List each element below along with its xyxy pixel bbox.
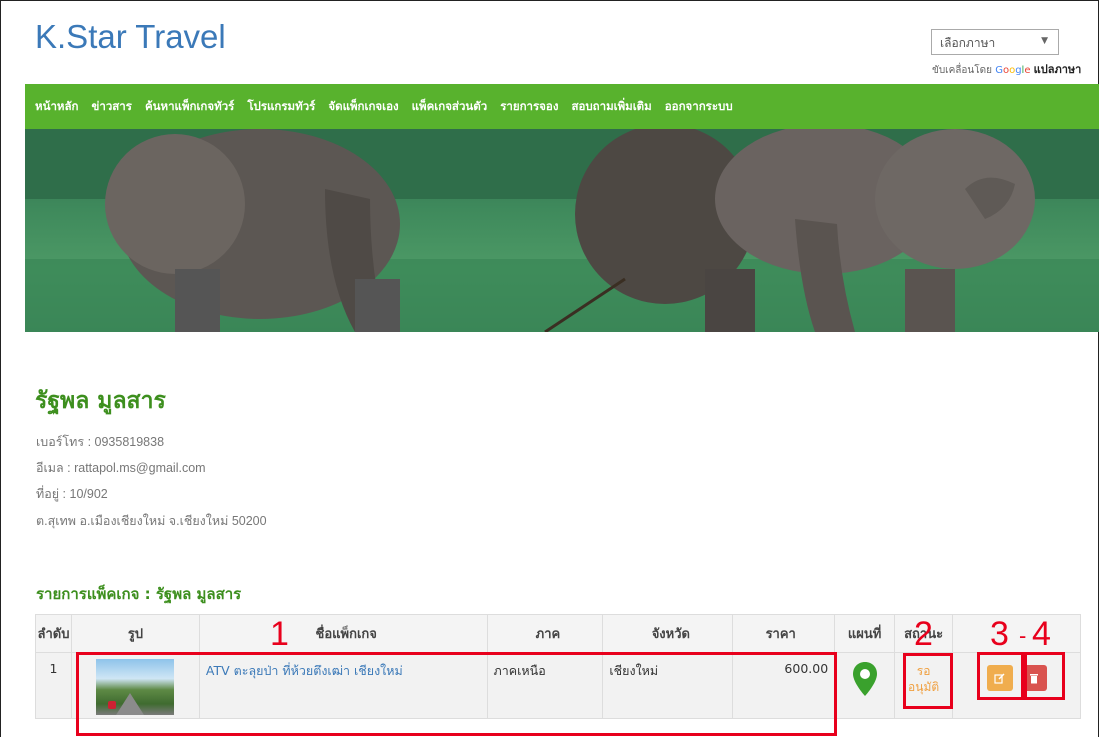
nav-news[interactable]: ข่าวสาร <box>92 98 132 116</box>
main-navbar: หน้าหลัก ข่าวสาร ค้นหาแพ็กเกจทัวร์ โปรแก… <box>25 84 1099 129</box>
profile-address: ที่อยู่ : 10/902 <box>36 487 108 501</box>
google-translate-credit: ขับเคลื่อนโดย Google แปลภาษา <box>932 60 1081 78</box>
annotation-number-2: 2 <box>914 615 933 653</box>
profile-address-line2: ต.สุเทพ อ.เมืองเชียงใหม่ จ.เชียงใหม่ 502… <box>36 514 267 528</box>
profile-email: อีเมล : rattapol.ms@gmail.com <box>36 461 206 475</box>
annotation-number-3: 3 <box>990 615 1009 653</box>
google-logo-letter: e <box>1024 65 1031 76</box>
annotation-box-status <box>903 653 953 709</box>
elephants-illustration <box>25 129 1099 332</box>
language-select[interactable]: เลือกภาษา ▼ <box>931 29 1059 55</box>
packages-section-title: รายการแพ็คเกจ : รัฐพล มูลสาร <box>36 585 242 603</box>
annotation-dash: - <box>1019 623 1027 648</box>
google-logo-letter: G <box>995 65 1003 76</box>
annotation-box-delete <box>1024 652 1065 700</box>
annotation-box-edit <box>977 652 1024 700</box>
col-header-province: จังหวัด <box>602 614 734 653</box>
annotation-number-1: 1 <box>270 615 289 653</box>
col-header-actions <box>952 614 1081 653</box>
col-header-name: ชื่อแพ็กเกจ <box>198 614 488 653</box>
powered-by-text: ขับเคลื่อนโดย <box>932 65 992 76</box>
nav-custom-package[interactable]: จัดแพ็กเกจเอง <box>328 98 398 116</box>
site-logo-title[interactable]: K.Star Travel <box>35 18 226 56</box>
col-header-no: ลำดับ <box>35 614 72 653</box>
map-pin-icon[interactable] <box>852 661 878 697</box>
col-header-map: แผนที่ <box>834 614 896 653</box>
translate-link[interactable]: แปลภาษา <box>1034 63 1082 76</box>
profile-name: รัฐพล มูลสาร <box>35 388 166 414</box>
annotation-number-4: 4 <box>1032 615 1051 653</box>
nav-search-packages[interactable]: ค้นหาแพ็กเกจทัวร์ <box>145 98 234 116</box>
nav-inquiry[interactable]: สอบถามเพิ่มเติม <box>571 98 651 116</box>
nav-bookings[interactable]: รายการจอง <box>500 98 558 116</box>
nav-logout[interactable]: ออกจากระบบ <box>665 98 733 116</box>
nav-home[interactable]: หน้าหลัก <box>35 98 79 116</box>
col-header-price: ราคา <box>732 614 836 653</box>
row-number: 1 <box>35 652 72 719</box>
col-header-image: รูป <box>70 614 200 653</box>
col-header-region: ภาค <box>486 614 604 653</box>
chevron-down-icon: ▼ <box>1041 36 1048 46</box>
hero-banner-image <box>25 129 1099 332</box>
map-cell <box>834 652 896 719</box>
nav-private-package[interactable]: แพ็คเกจส่วนตัว <box>412 98 488 116</box>
language-select-label: เลือกภาษา <box>940 36 996 50</box>
annotation-box-package-row <box>76 652 837 736</box>
profile-phone: เบอร์โทร : 0935819838 <box>36 435 165 449</box>
nav-tour-programs[interactable]: โปรแกรมทัวร์ <box>247 98 315 116</box>
